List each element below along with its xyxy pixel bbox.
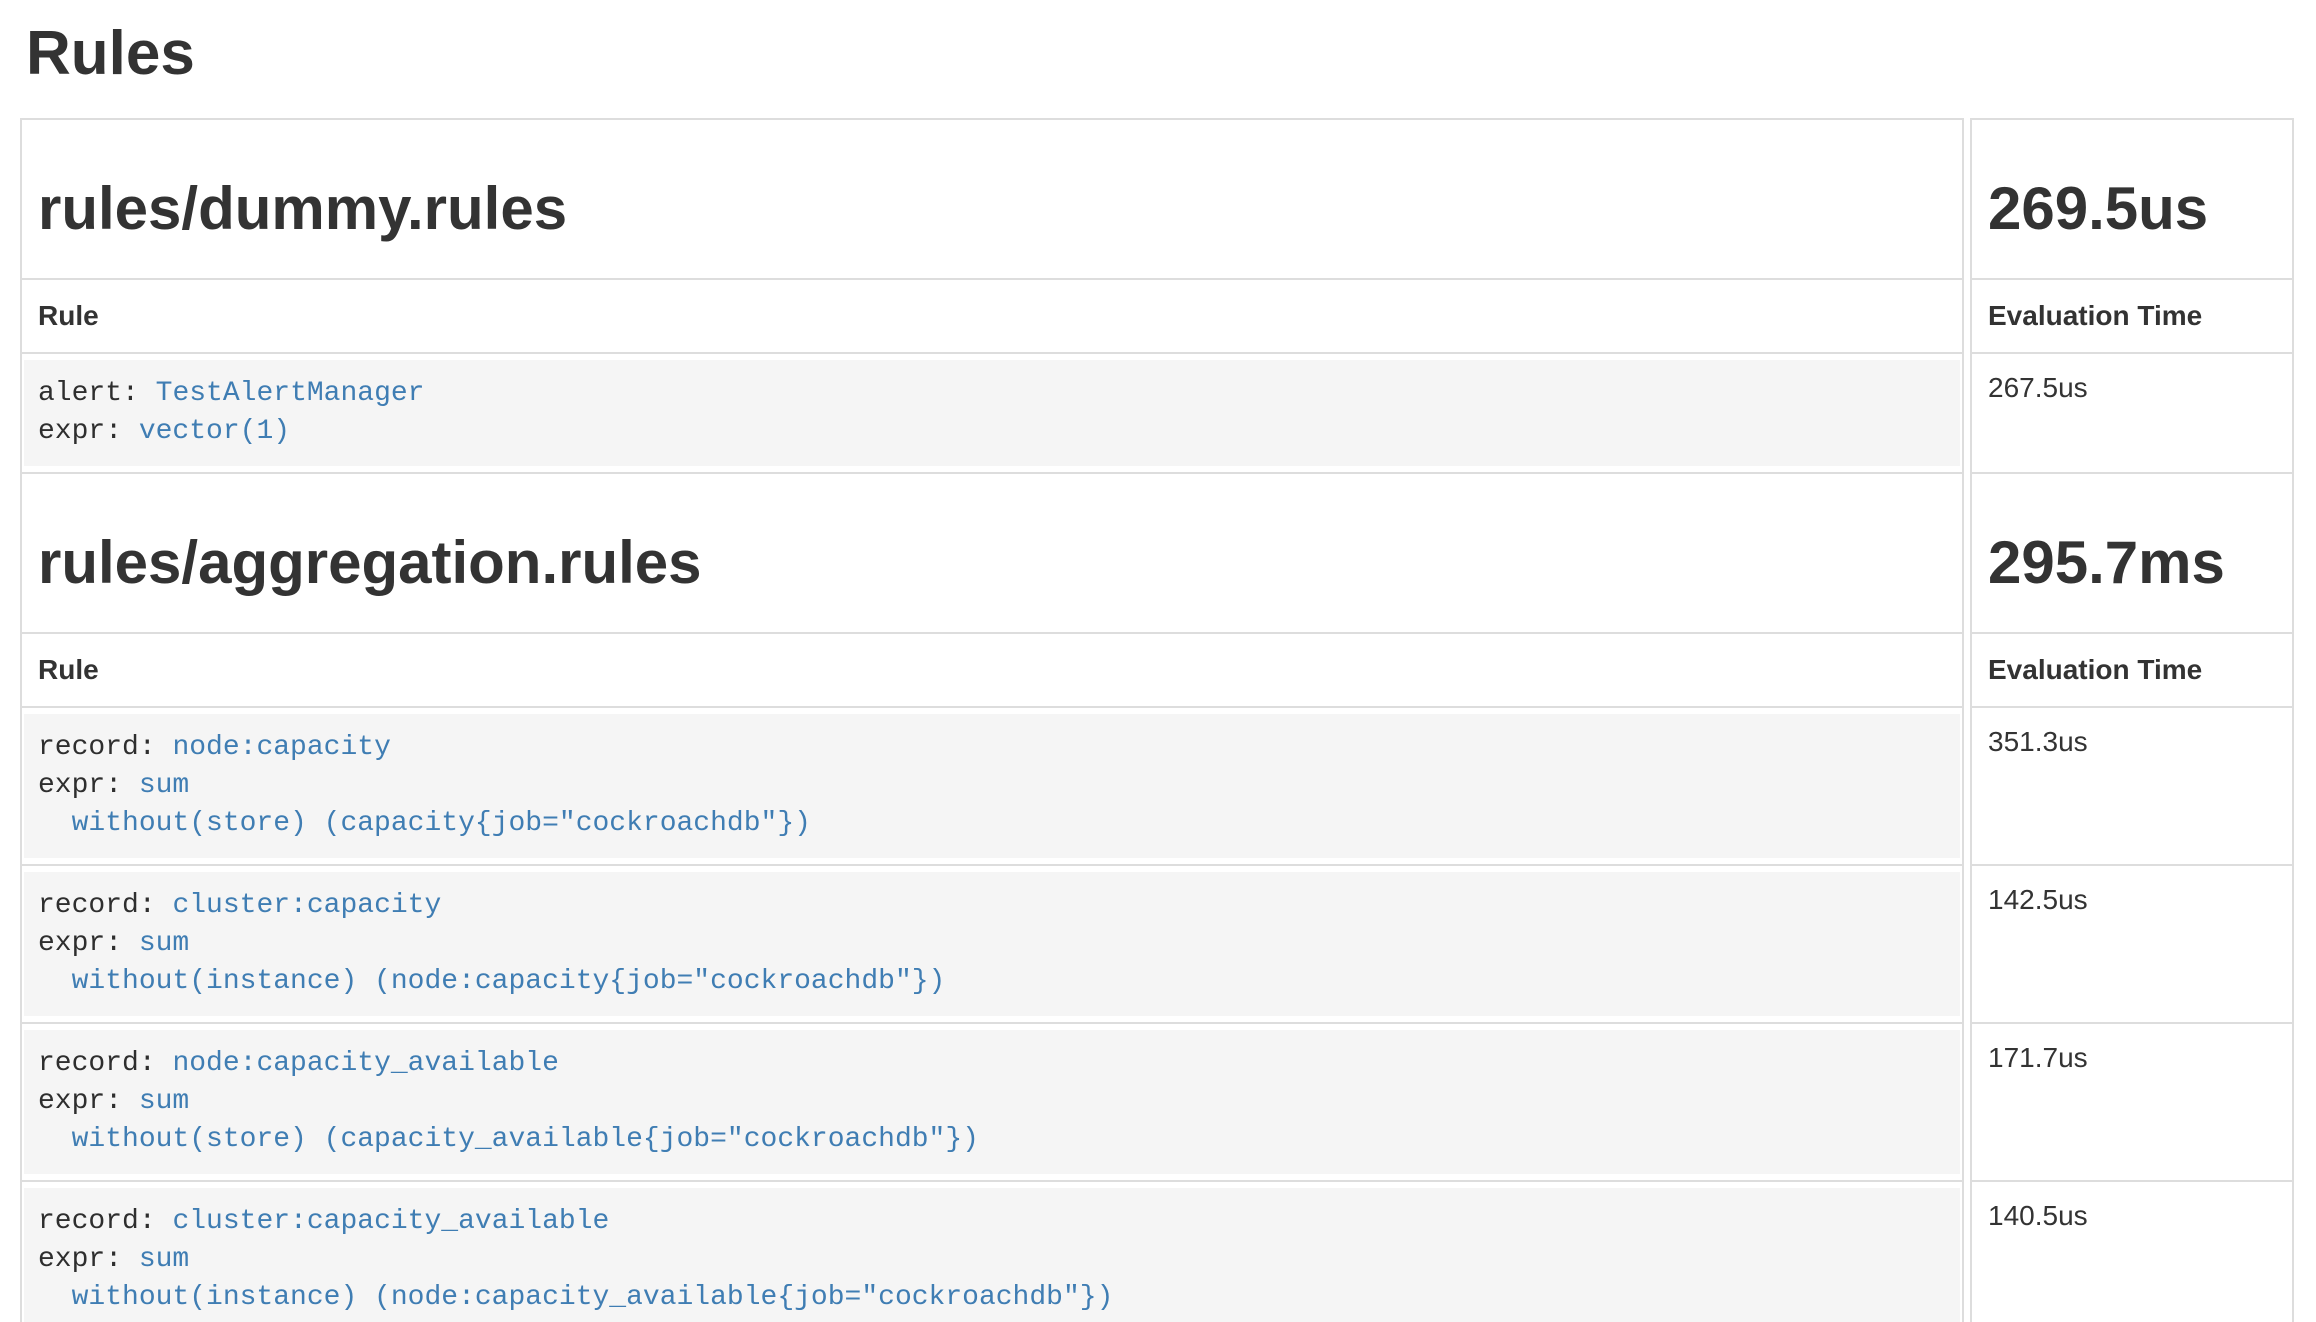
rule-column-header: Rule bbox=[20, 632, 1964, 708]
rule-cell: alert: TestAlertManager expr: vector(1) bbox=[20, 352, 1964, 474]
rule-cell: record: node:capacity expr: sum without(… bbox=[20, 706, 1964, 866]
rule-cell: record: cluster:capacity_available expr:… bbox=[20, 1180, 1964, 1322]
rule-group-eval-time: 269.5us bbox=[1988, 176, 2276, 242]
rule-key: record: bbox=[38, 890, 156, 921]
rule-group-file-cell: rules/dummy.rules bbox=[20, 118, 1964, 280]
rule-link[interactable]: without(instance) (node:capacity_availab… bbox=[38, 1282, 1113, 1313]
rule-definition: alert: TestAlertManager expr: vector(1) bbox=[24, 360, 1960, 466]
rule-definition: record: cluster:capacity expr: sum witho… bbox=[24, 872, 1960, 1016]
rule-column-header: Rule bbox=[20, 278, 1964, 354]
rule-group-eval-time-cell: 269.5us bbox=[1970, 118, 2294, 280]
rule-key: expr: bbox=[38, 770, 122, 801]
rule-group-eval-time: 295.7ms bbox=[1988, 530, 2276, 596]
rule-link[interactable]: node:capacity bbox=[172, 732, 390, 763]
rule-eval-time: 267.5us bbox=[1970, 352, 2294, 474]
rule-eval-time: 142.5us bbox=[1970, 864, 2294, 1024]
column-header-row: Rule Evaluation Time bbox=[20, 632, 2294, 708]
page-title: Rules bbox=[26, 20, 2294, 88]
rule-key: expr: bbox=[38, 928, 122, 959]
eval-time-column-header: Evaluation Time bbox=[1970, 632, 2294, 708]
rule-row: record: node:capacity_available expr: su… bbox=[20, 1022, 2294, 1182]
rules-table: rules/dummy.rules 269.5us Rule Evaluatio… bbox=[20, 118, 2294, 1322]
rule-row: alert: TestAlertManager expr: vector(1) … bbox=[20, 352, 2294, 474]
rule-link[interactable]: TestAlertManager bbox=[156, 378, 425, 409]
rule-key: expr: bbox=[38, 1244, 122, 1275]
rule-key: expr: bbox=[38, 416, 122, 447]
rule-key: record: bbox=[38, 732, 156, 763]
rule-link[interactable]: vector(1) bbox=[139, 416, 290, 447]
column-header-row: Rule Evaluation Time bbox=[20, 278, 2294, 354]
rule-cell: record: node:capacity_available expr: su… bbox=[20, 1022, 1964, 1182]
rule-group-file-name: rules/dummy.rules bbox=[38, 176, 1946, 242]
rule-link[interactable]: sum bbox=[139, 928, 189, 959]
rule-definition: record: cluster:capacity_available expr:… bbox=[24, 1188, 1960, 1322]
rule-link[interactable]: cluster:capacity bbox=[172, 890, 441, 921]
rule-link[interactable]: cluster:capacity_available bbox=[172, 1206, 609, 1237]
rule-link[interactable]: sum bbox=[139, 1086, 189, 1117]
eval-time-column-header: Evaluation Time bbox=[1970, 278, 2294, 354]
rule-group-file-cell: rules/aggregation.rules bbox=[20, 472, 1964, 634]
rule-definition: record: node:capacity expr: sum without(… bbox=[24, 714, 1960, 858]
rule-eval-time: 171.7us bbox=[1970, 1022, 2294, 1182]
rule-group-header-row: rules/dummy.rules 269.5us bbox=[20, 118, 2294, 280]
rule-key: record: bbox=[38, 1048, 156, 1079]
rule-link[interactable]: sum bbox=[139, 1244, 189, 1275]
rule-link[interactable]: without(store) (capacity{job="cockroachd… bbox=[38, 808, 811, 839]
rule-row: record: node:capacity expr: sum without(… bbox=[20, 706, 2294, 866]
rule-row: record: cluster:capacity_available expr:… bbox=[20, 1180, 2294, 1322]
rule-key: alert: bbox=[38, 378, 139, 409]
rule-link[interactable]: node:capacity_available bbox=[172, 1048, 558, 1079]
rule-group-file-name: rules/aggregation.rules bbox=[38, 530, 1946, 596]
rules-page: Rules rules/dummy.rules 269.5us Rule Eva… bbox=[0, 0, 2316, 1322]
rule-eval-time: 140.5us bbox=[1970, 1180, 2294, 1322]
rule-group-eval-time-cell: 295.7ms bbox=[1970, 472, 2294, 634]
rule-link[interactable]: without(store) (capacity_available{job="… bbox=[38, 1124, 979, 1155]
rule-group-header-row: rules/aggregation.rules 295.7ms bbox=[20, 472, 2294, 634]
rule-eval-time: 351.3us bbox=[1970, 706, 2294, 866]
rule-key: expr: bbox=[38, 1086, 122, 1117]
rule-link[interactable]: without(instance) (node:capacity{job="co… bbox=[38, 966, 945, 997]
rule-cell: record: cluster:capacity expr: sum witho… bbox=[20, 864, 1964, 1024]
rule-link[interactable]: sum bbox=[139, 770, 189, 801]
rule-definition: record: node:capacity_available expr: su… bbox=[24, 1030, 1960, 1174]
rule-key: record: bbox=[38, 1206, 156, 1237]
rule-row: record: cluster:capacity expr: sum witho… bbox=[20, 864, 2294, 1024]
